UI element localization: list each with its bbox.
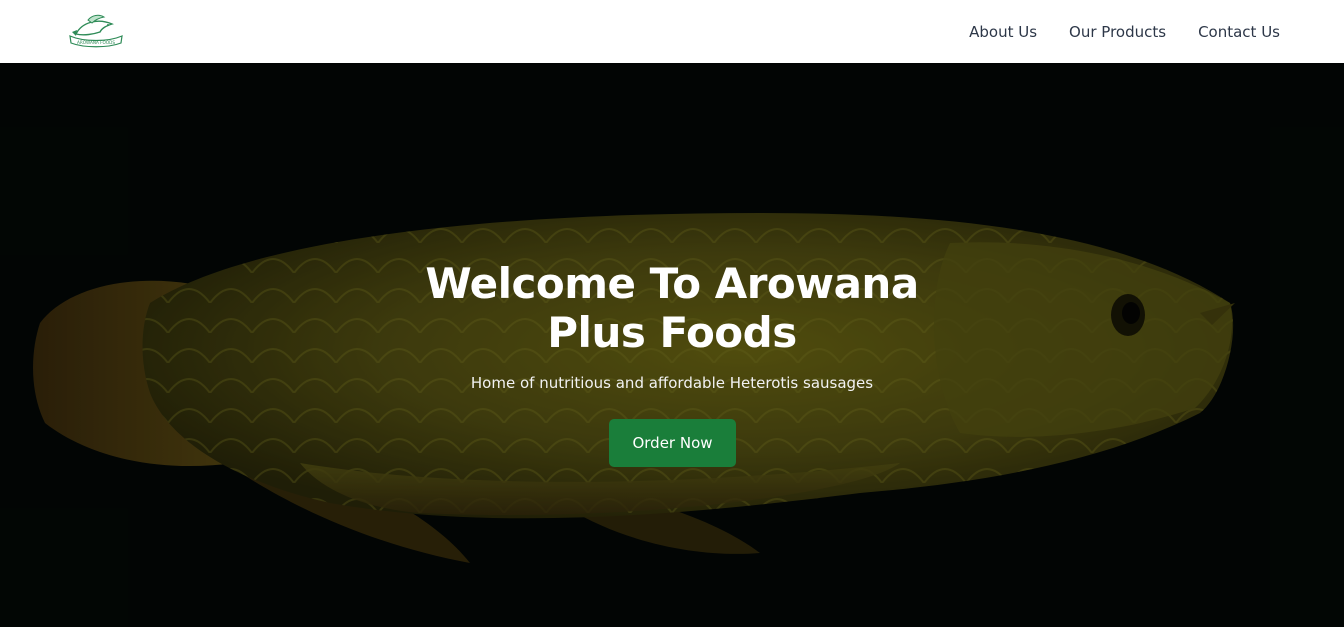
nav-our-products[interactable]: Our Products xyxy=(1069,23,1166,41)
nav-contact-us[interactable]: Contact Us xyxy=(1198,23,1280,41)
hero-title: Welcome To Arowana Plus Foods xyxy=(425,259,919,357)
logo-link[interactable]: AROWANA FOODS xyxy=(66,12,126,50)
nav-about-us[interactable]: About Us xyxy=(969,23,1037,41)
svg-text:AROWANA FOODS: AROWANA FOODS xyxy=(77,40,115,45)
main-nav: About Us Our Products Contact Us xyxy=(969,0,1280,63)
arowana-fish-logo-icon: AROWANA FOODS xyxy=(69,14,123,48)
hero-section: Welcome To Arowana Plus Foods Home of nu… xyxy=(0,63,1344,627)
navbar: AROWANA FOODS About Us Our Products Cont… xyxy=(0,0,1344,63)
hero-subtitle: Home of nutritious and affordable Hetero… xyxy=(470,374,874,392)
order-now-button[interactable]: Order Now xyxy=(609,419,736,467)
